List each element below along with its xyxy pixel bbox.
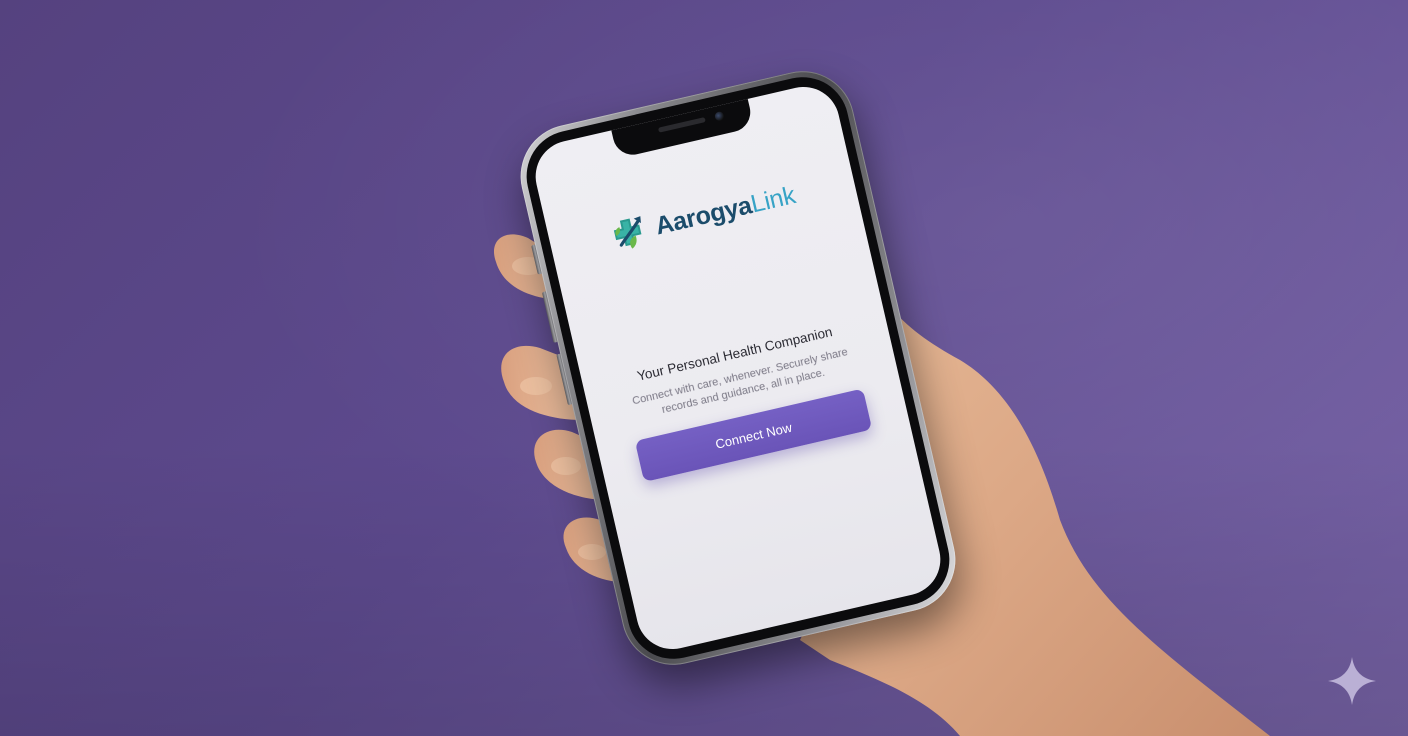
brand-name-secondary: Link xyxy=(747,180,798,218)
brand-name-primary: Aarogya xyxy=(652,190,755,241)
medical-cross-arrow-leaf-logo-icon xyxy=(613,216,642,249)
brand-name: AarogyaLink xyxy=(653,181,798,241)
sparkle-icon xyxy=(1328,657,1376,705)
speaker-grille xyxy=(657,117,706,133)
app-logo: AarogyaLink xyxy=(547,162,858,271)
front-camera-icon xyxy=(713,110,725,122)
